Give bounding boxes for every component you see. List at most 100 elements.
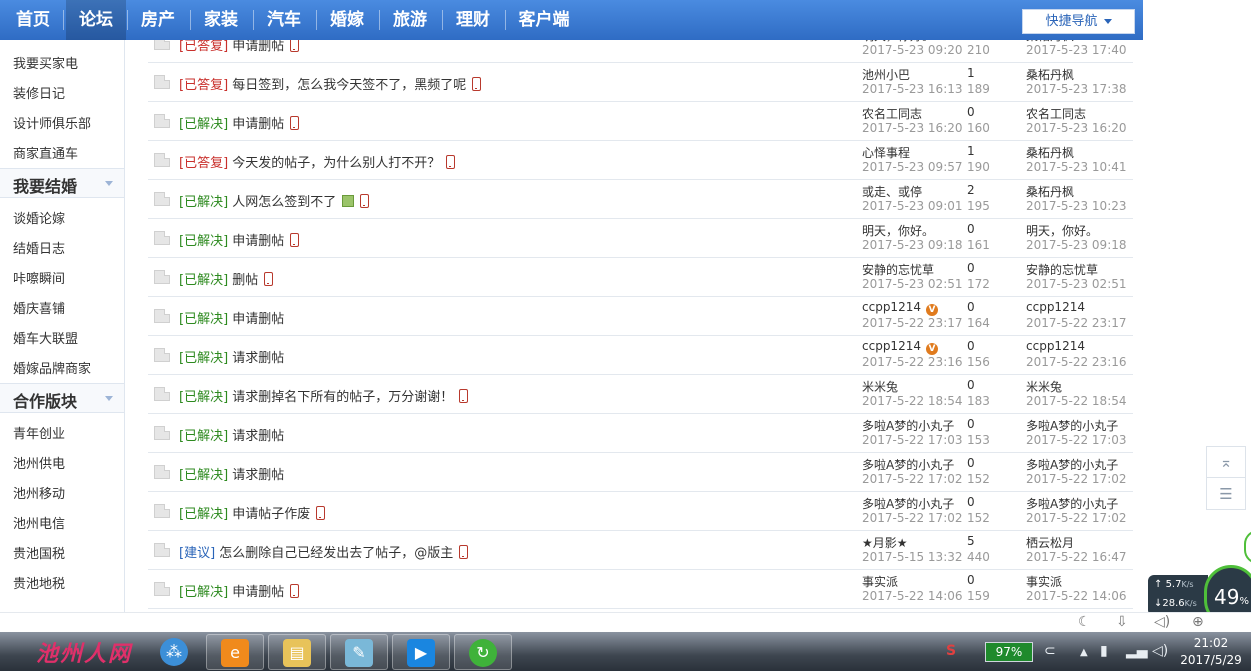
sidebar-link[interactable]: 我要买家电 [13,53,78,72]
thread-row[interactable]: [已解决] 申请删帖 农名工同志 2017-5-23 16:20 0 160 农名工同志 2… [148,102,1133,141]
sidebar-link[interactable]: 婚车大联盟 [13,328,78,347]
sidebar-link[interactable]: 池州电信 [13,513,65,532]
thread-title[interactable]: 今天发的帖子，为什么别人打不开？ [232,156,440,171]
thread-title[interactable]: 请求删帖 [232,429,284,444]
sidebar-link[interactable]: 婚庆喜铺 [13,298,65,317]
thread-title[interactable]: 申请删帖 [232,312,284,327]
thread-title[interactable]: 请求删掉名下所有的帖子，万分谢谢！ [232,390,453,405]
sidebar-link[interactable]: 婚嫁品牌商家 [13,358,91,377]
thread-row[interactable]: [已解决] 申请帖子作废 多啦A梦的小丸子 2017-5-22 17:02 0 152 多… [148,492,1133,531]
nav-finance[interactable]: 理财 [447,0,499,40]
nav-forum[interactable]: 论坛 [66,0,126,40]
thread-title[interactable]: 每日签到，怎么我今天签不了，黑频了呢 [232,78,466,93]
thread-row[interactable]: [已解决] 人网怎么签到不了 或走、或停 2017-5-23 09:01 2 195 桑柘… [148,180,1133,219]
sidebar-link[interactable]: 池州移动 [13,483,65,502]
sidebar-link[interactable]: 池州供电 [13,453,65,472]
last-poster[interactable]: 桑柘丹枫 [1026,144,1074,161]
thread-title[interactable]: 请求删帖 [232,351,284,366]
thread-title[interactable]: 申请删帖 [232,39,284,54]
taskbar-app[interactable]: ⁂ [146,634,204,670]
author-link[interactable]: ccpp1214 [862,339,921,353]
sidebar-link[interactable]: 设计师俱乐部 [13,113,91,132]
nav-auto[interactable]: 汽车 [258,0,310,40]
thread-tag[interactable]: [已解决] [179,195,228,210]
thread-tag[interactable]: [已解决] [179,585,228,600]
system-clock[interactable]: 21:02 2017/5/29 [1176,635,1246,669]
thread-title[interactable]: 人网怎么签到不了 [232,195,336,210]
thread-tag[interactable]: [已解决] [179,117,228,132]
last-poster[interactable]: 多啦A梦的小丸子 [1026,456,1118,473]
last-poster[interactable]: 明天，你好。 [1026,222,1098,239]
thread-title[interactable]: 申请删帖 [232,234,284,249]
thread-row[interactable]: [已答复] 每日签到，怎么我今天签不了，黑频了呢 池州小巴 2017-5-23 16… [148,63,1133,102]
link-icon[interactable]: ⊂ [1044,643,1056,659]
thread-tag[interactable]: [已解决] [179,312,228,327]
list-icon[interactable]: ☰ [1207,479,1245,510]
last-poster[interactable]: 多啦A梦的小丸子 [1026,417,1118,434]
last-poster[interactable]: ccpp1214 [1026,339,1085,353]
thread-tag[interactable]: [已解决] [179,234,228,249]
thread-row[interactable]: [已解决] 删帖 安静的忘忧草 2017-5-23 02:51 0 172 安静的忘忧草 2… [148,258,1133,297]
last-poster[interactable]: 栖云松月 [1026,534,1074,551]
thread-title[interactable]: 怎么删除自己已经发出去了帖子，@版主 [219,546,453,561]
thread-title[interactable]: 删帖 [232,273,258,288]
thread-tag[interactable]: [已解决] [179,390,228,405]
author-link[interactable]: 农名工同志 [862,107,922,121]
thread-tag[interactable]: [已答复] [179,78,228,93]
thread-row[interactable]: [建议] 怎么删除自己已经发出去了帖子，@版主 ★月影★ 2017-5-15 13:… [148,531,1133,570]
download-icon[interactable]: ⇩ [1116,614,1128,630]
author-link[interactable]: 米米兔 [862,380,898,394]
sidebar-link[interactable]: 贵池国税 [13,543,65,562]
thread-tag[interactable]: [建议] [179,546,215,561]
input-method-icon[interactable]: S [946,643,956,659]
thread-tag[interactable]: [已答复] [179,156,228,171]
signal-icon[interactable]: ▂▄ [1126,643,1148,659]
nav-wedding[interactable]: 婚嫁 [321,0,373,40]
author-link[interactable]: 心怿事程 [862,146,910,160]
thread-tag[interactable]: [已解决] [179,507,228,522]
author-link[interactable]: 明天，你好。 [862,224,934,238]
last-poster[interactable]: 农名工同志 [1026,105,1086,122]
thread-title[interactable]: 申请删帖 [232,117,284,132]
thread-title[interactable]: 请求删帖 [232,468,284,483]
zoom-icon[interactable]: ⊕ [1192,614,1204,630]
thread-tag[interactable]: [已解决] [179,351,228,366]
nav-home-decor[interactable]: 家装 [195,0,247,40]
thread-row[interactable]: [已解决] 请求删帖 ccpp1214 V 2017-5-22 23:16 0 156 cc… [148,336,1133,375]
thread-row[interactable]: [已解决] 申请删帖 ccpp1214 V 2017-5-22 23:17 0 164 cc… [148,297,1133,336]
sidebar-link[interactable]: 贵池地税 [13,573,65,592]
sidebar-section-header[interactable]: 我要结婚 [0,168,124,198]
last-poster[interactable]: 桑柘丹枫 [1026,66,1074,83]
sidebar-section-header[interactable]: 合作版块 [0,383,124,413]
quick-nav-dropdown[interactable]: 快捷导航 [1022,9,1135,34]
network-speed-meter[interactable]: ↑ 5.7K/s ↓28.6K/s [1148,575,1208,616]
sound-icon[interactable]: ◁) [1154,614,1170,630]
last-poster[interactable]: ccpp1214 [1026,300,1085,314]
thread-row[interactable]: [已解决] 申请删帖 事实派 2017-5-22 14:06 0 159 事实派 2017-… [148,570,1133,609]
thread-row[interactable]: [已答复] 今天发的帖子，为什么别人打不开？ 心怿事程 2017-5-23 09:5… [148,141,1133,180]
back-to-top-icon[interactable]: ⌅ [1207,447,1245,478]
volume-icon[interactable]: ◁) [1152,643,1168,659]
last-poster[interactable]: 多啦A梦的小丸子 [1026,495,1118,512]
author-link[interactable]: 池州小巴 [862,68,910,82]
author-link[interactable]: 事实派 [862,575,898,589]
author-link[interactable]: 多啦A梦的小丸子 [862,458,954,472]
thread-tag[interactable]: [已解决] [179,273,228,288]
thread-tag[interactable]: [已解决] [179,468,228,483]
thread-tag[interactable]: [已答复] [179,39,228,54]
taskbar-app[interactable]: ▶ [392,634,450,670]
last-poster[interactable]: 米米兔 [1026,378,1062,395]
author-link[interactable]: ccpp1214 [862,300,921,314]
battery-indicator[interactable]: 97% [985,642,1033,662]
thread-row[interactable]: [已解决] 申请删帖 明天，你好。 2017-5-23 09:18 0 161 明天，你好… [148,219,1133,258]
last-poster[interactable]: 事实派 [1026,573,1062,590]
author-link[interactable]: 安静的忘忧草 [862,263,934,277]
thread-tag[interactable]: [已解决] [179,429,228,444]
thread-row[interactable]: [已解决] 请求删帖 多啦A梦的小丸子 2017-5-22 17:02 0 152 多啦A… [148,453,1133,492]
thread-title[interactable]: 申请删帖 [232,585,284,600]
nav-travel[interactable]: 旅游 [384,0,436,40]
taskbar-app[interactable]: ↻ [454,634,512,670]
nav-home[interactable]: 首页 [7,0,59,40]
night-mode-icon[interactable]: ☾ [1078,614,1091,630]
thread-row[interactable]: [已解决] 请求删帖 多啦A梦的小丸子 2017-5-22 17:03 0 153 多啦A… [148,414,1133,453]
